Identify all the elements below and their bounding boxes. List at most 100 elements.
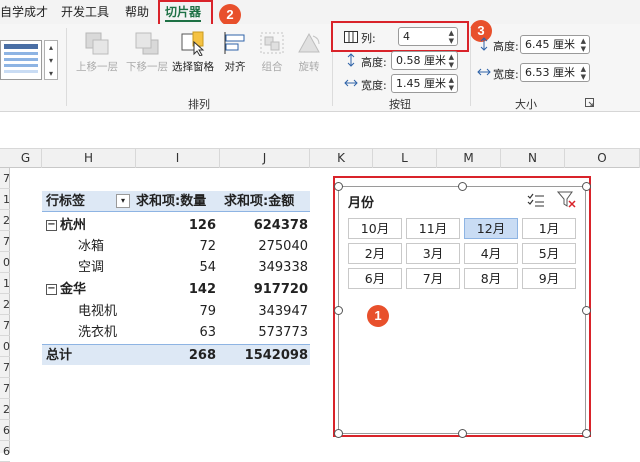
- button-width-value: 1.45 厘米: [396, 77, 446, 90]
- tab-help[interactable]: 帮助: [125, 2, 149, 22]
- row-number[interactable]: 2: [0, 399, 10, 420]
- row-number[interactable]: 0: [0, 336, 10, 357]
- slicer-item[interactable]: 9月: [522, 268, 576, 289]
- col-g[interactable]: G: [10, 149, 42, 168]
- selection-pane-button[interactable]: 选择窗格: [170, 30, 216, 74]
- selection-pane-label: 选择窗格: [172, 61, 214, 73]
- resize-handle[interactable]: [334, 429, 343, 438]
- slicer-height-label: 高度:: [493, 40, 519, 53]
- clear-filter-icon[interactable]: [557, 191, 577, 209]
- col-i[interactable]: I: [136, 149, 220, 168]
- pivot-row-amount: 349338: [258, 260, 308, 275]
- filter-dropdown-icon[interactable]: ▾: [116, 194, 130, 208]
- pivot-row-amount: 917720: [253, 282, 308, 297]
- button-width-stepper[interactable]: 1.45 厘米 ▲ ▼: [391, 74, 458, 93]
- pivot-row-amount: 573773: [258, 325, 308, 340]
- row-number[interactable]: 6: [0, 420, 10, 441]
- slicer-item[interactable]: 8月: [464, 268, 518, 289]
- align-button[interactable]: 对齐: [218, 30, 252, 74]
- resize-handle[interactable]: [582, 182, 591, 191]
- row-number[interactable]: 7: [0, 315, 10, 336]
- pivot-row-amount: 275040: [258, 239, 308, 254]
- pivot-row: 洗衣机 63 573773: [42, 322, 310, 343]
- row-number[interactable]: 1: [0, 273, 10, 294]
- pivot-row: − 杭州 126 624378: [42, 215, 310, 236]
- selection-pane-icon: [181, 31, 205, 56]
- row-number[interactable]: 2: [0, 294, 10, 315]
- multi-select-icon[interactable]: [527, 192, 545, 208]
- slicer-style-icon: [4, 44, 38, 73]
- pivot-row-qty: 142: [188, 282, 216, 297]
- button-height-label: 高度:: [361, 56, 387, 69]
- slicer-item[interactable]: 3月: [406, 243, 460, 264]
- pivot-row-amount: 624378: [253, 218, 308, 233]
- button-width-label: 宽度:: [361, 79, 387, 92]
- spin-arrows-icon[interactable]: ▲ ▼: [581, 37, 586, 53]
- slicer-width-value: 6.53 厘米: [525, 66, 575, 79]
- pivot-row-qty: 126: [188, 218, 216, 233]
- columns-value: 4: [403, 30, 410, 43]
- group-button[interactable]: 组合: [256, 30, 288, 74]
- row-number[interactable]: 0: [0, 252, 10, 273]
- resize-handle[interactable]: [458, 429, 467, 438]
- slicer-item[interactable]: 6月: [348, 268, 402, 289]
- spin-arrows-icon[interactable]: ▲ ▼: [449, 53, 454, 69]
- row-number[interactable]: 1: [0, 189, 10, 210]
- button-height-icon: [347, 53, 355, 67]
- row-number[interactable]: 7: [0, 231, 10, 252]
- tab-slicer[interactable]: 切片器: [165, 2, 202, 22]
- style-gallery-scroll[interactable]: ▴ ▾ ▾: [44, 40, 58, 80]
- resize-handle[interactable]: [334, 182, 343, 191]
- slicer-item[interactable]: 11月: [406, 218, 460, 239]
- button-height-stepper[interactable]: 0.58 厘米 ▲ ▼: [391, 51, 458, 70]
- spin-arrows-icon[interactable]: ▲ ▼: [581, 65, 586, 81]
- slicer-item[interactable]: 10月: [348, 218, 402, 239]
- col-l[interactable]: L: [373, 149, 437, 168]
- collapse-icon[interactable]: −: [46, 220, 57, 231]
- col-j[interactable]: J: [220, 149, 310, 168]
- slicer-item[interactable]: 4月: [464, 243, 518, 264]
- bring-forward-button[interactable]: 上移一层: [72, 30, 122, 74]
- size-group-label: 大小: [515, 98, 537, 111]
- collapse-icon[interactable]: −: [46, 284, 57, 295]
- dialog-launcher-icon[interactable]: [585, 98, 595, 108]
- rotate-button[interactable]: 旋转: [292, 30, 326, 74]
- group-icon: [260, 32, 284, 54]
- col-m[interactable]: M: [437, 149, 501, 168]
- slicer-width-stepper[interactable]: 6.53 厘米 ▲ ▼: [520, 63, 590, 82]
- row-number[interactable]: 7: [0, 378, 10, 399]
- row-number[interactable]: 2: [0, 210, 10, 231]
- spin-arrows-icon[interactable]: ▲ ▼: [449, 29, 454, 45]
- slicer-item[interactable]: 1月: [522, 218, 576, 239]
- slicer-item[interactable]: 2月: [348, 243, 402, 264]
- group-label: 组合: [261, 61, 283, 73]
- slicer-item[interactable]: 5月: [522, 243, 576, 264]
- col-n[interactable]: N: [501, 149, 565, 168]
- row-number[interactable]: 7: [0, 168, 10, 189]
- row-number[interactable]: 6: [0, 441, 10, 462]
- row-number[interactable]: 7: [0, 357, 10, 378]
- pivot-row-qty: 63: [199, 325, 216, 340]
- qty-header: 求和项:数量: [136, 194, 207, 209]
- col-k[interactable]: K: [310, 149, 373, 168]
- resize-handle[interactable]: [582, 306, 591, 315]
- slicer-item-selected[interactable]: 12月: [464, 218, 518, 239]
- spin-arrows-icon[interactable]: ▲ ▼: [449, 76, 454, 92]
- resize-handle[interactable]: [458, 182, 467, 191]
- pivot-row-label: 杭州: [60, 218, 87, 233]
- col-h[interactable]: H: [42, 149, 136, 168]
- slicer-height-stepper[interactable]: 6.45 厘米 ▲ ▼: [520, 35, 590, 54]
- tab-developer-tools[interactable]: 开发工具: [61, 2, 109, 22]
- tab-zixuechengcai[interactable]: 自学成才: [0, 2, 48, 22]
- columns-stepper[interactable]: 4 ▲ ▼: [398, 27, 458, 46]
- rotate-icon: [298, 32, 320, 53]
- col-o[interactable]: O: [565, 149, 640, 168]
- send-backward-button[interactable]: 下移一层: [122, 30, 172, 74]
- resize-handle[interactable]: [334, 306, 343, 315]
- slicer-style-gallery[interactable]: [0, 40, 42, 80]
- slicer-height-value: 6.45 厘米: [525, 38, 575, 51]
- resize-handle[interactable]: [582, 429, 591, 438]
- ribbon-separator: [470, 28, 471, 106]
- pivot-row: 冰箱 72 275040: [42, 236, 310, 257]
- slicer-item[interactable]: 7月: [406, 268, 460, 289]
